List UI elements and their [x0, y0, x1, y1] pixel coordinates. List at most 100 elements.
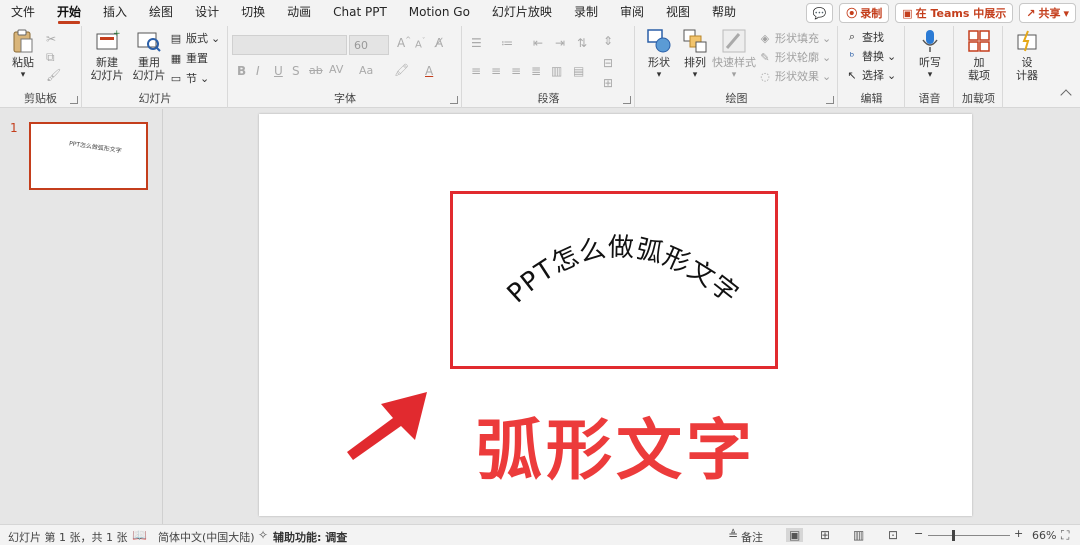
zoom-level[interactable]: 66% [1032, 529, 1056, 542]
select-button[interactable]: ↖ 选择 ⌄ [845, 67, 896, 83]
decrease-indent-icon[interactable]: ⇤ [533, 36, 543, 50]
justify-icon[interactable]: ≣ [531, 64, 541, 78]
tab-6[interactable]: 动画 [276, 0, 322, 26]
zoom-slider-thumb[interactable] [952, 530, 955, 541]
shape-effects-button[interactable]: ◌ 形状效果 ⌄ [758, 68, 831, 84]
accessibility-status[interactable]: 辅助功能: 调查 [273, 529, 347, 545]
language-status[interactable]: 简体中文(中国大陆) [158, 529, 255, 545]
shapes-button[interactable]: 形状 ▾ [642, 28, 676, 82]
find-button[interactable]: ⌕ 查找 [845, 29, 884, 45]
shrink-font-button[interactable]: Aˇ [415, 37, 425, 50]
clear-format-icon[interactable]: A̸ [435, 36, 443, 50]
present-teams-button[interactable]: ▣ 在 Teams 中展示 [895, 3, 1014, 23]
share-button[interactable]: ↗ 共享 ▾ [1019, 3, 1076, 23]
paragraph-group-label: 段落 [537, 92, 560, 105]
designer-group: 设 计器 [1004, 26, 1050, 108]
drawing-launcher[interactable] [826, 96, 834, 104]
new-slide-button[interactable]: + 新建 幻灯片 [87, 28, 127, 82]
designer-button[interactable]: 设 计器 [1010, 28, 1044, 82]
font-launcher[interactable] [450, 96, 458, 104]
spelling-icon[interactable]: 📖 [132, 528, 147, 542]
tab-13[interactable]: 帮助 [701, 0, 747, 26]
align-left-icon[interactable]: ≡ [471, 64, 481, 78]
paragraph-launcher[interactable] [623, 96, 631, 104]
tab-4[interactable]: 设计 [184, 0, 230, 26]
format-painter-icon[interactable]: 🖌 [46, 68, 61, 82]
zoom-in-button[interactable]: + [1014, 527, 1023, 540]
font-size-box[interactable]: 60 [349, 35, 389, 55]
align-right-icon[interactable]: ≡ [511, 64, 521, 78]
change-case-button[interactable]: Aa [359, 64, 373, 77]
numbering-icon[interactable]: ≔ [501, 36, 513, 50]
collapse-ribbon-icon[interactable] [1060, 89, 1072, 101]
shape-outline-button[interactable]: ✎ 形状轮廓 ⌄ [758, 49, 831, 65]
slide-thumbnail[interactable]: PPT怎么做弧形文字 [29, 122, 148, 190]
replace-button[interactable]: ᵇ 替换 ⌄ [845, 48, 897, 64]
record-button[interactable]: ⦿ 录制 [839, 3, 890, 23]
shape-effects-label: 形状效果 [775, 70, 819, 83]
chevron-down-icon: ⌄ [211, 31, 221, 45]
columns-icon[interactable]: ▤ [573, 64, 584, 78]
arc-text-svg[interactable]: PPT怎么做弧形文字 [450, 191, 778, 369]
comments-button[interactable]: 💬 [805, 3, 834, 23]
strikethrough-button[interactable]: ab [309, 64, 323, 77]
clipboard-launcher[interactable] [70, 96, 78, 104]
slides-group-label: 幻灯片 [138, 92, 172, 105]
tab-0[interactable]: 文件 [0, 0, 46, 26]
fit-slide-icon[interactable]: ⛶ [1061, 528, 1069, 543]
tab-11[interactable]: 审阅 [609, 0, 655, 26]
text-direction-icon[interactable]: ⇕ [603, 34, 613, 48]
teams-label: 在 Teams 中展示 [915, 7, 1007, 20]
bullets-icon[interactable]: ☰ [471, 36, 482, 50]
big-title-text: 弧形文字 [476, 412, 756, 489]
chevron-down-icon: ⌄ [887, 68, 897, 82]
bold-button[interactable]: B [237, 64, 246, 78]
tab-5[interactable]: 切换 [230, 0, 276, 26]
arrange-button[interactable]: 排列 ▾ [678, 28, 712, 82]
paste-label: 粘贴 [12, 56, 34, 69]
distribute-icon[interactable]: ▥ [551, 64, 562, 78]
reading-view-icon[interactable]: ▥ [853, 528, 864, 542]
tab-10[interactable]: 录制 [563, 0, 609, 26]
increase-indent-icon[interactable]: ⇥ [555, 36, 565, 50]
italic-button[interactable]: I [256, 64, 260, 78]
normal-view-icon[interactable]: ▣ [786, 528, 804, 542]
shadow-button[interactable]: S [292, 64, 300, 78]
addins-group-label: 加载项 [962, 92, 995, 105]
slideshow-icon[interactable]: ⊡ [888, 528, 898, 542]
smartart-icon[interactable]: ⊞ [603, 76, 613, 90]
section-button[interactable]: ▭ 节 ⌄ [169, 70, 209, 86]
dictate-button[interactable]: 听写 ▾ [914, 28, 946, 82]
font-color-icon[interactable]: A [425, 64, 433, 78]
addins-button[interactable]: 加 载项 [963, 28, 995, 82]
line-spacing-icon[interactable]: ⇅ [577, 36, 587, 50]
zoom-out-button[interactable]: − [914, 527, 923, 540]
highlight-icon[interactable]: 🖍 [394, 63, 409, 77]
tab-2[interactable]: 插入 [92, 0, 138, 26]
character-spacing-button[interactable]: AV [329, 63, 343, 76]
slide[interactable]: PPT怎么做弧形文字 弧形文字 [259, 114, 972, 516]
underline-button[interactable]: U [274, 64, 283, 78]
slide-sorter-icon[interactable]: ⊞ [820, 528, 830, 542]
new-slide-label-2: 幻灯片 [90, 69, 124, 82]
align-text-icon[interactable]: ⊟ [603, 56, 613, 70]
font-name-box[interactable] [232, 35, 347, 55]
quick-styles-button[interactable]: 快速样式 ▾ [712, 28, 756, 82]
tab-7[interactable]: Chat PPT [322, 0, 398, 26]
reset-button[interactable]: ▦ 重置 [169, 50, 208, 66]
zoom-slider-track[interactable] [928, 535, 1010, 536]
tab-8[interactable]: Motion Go [398, 0, 481, 26]
layout-button[interactable]: ▤ 版式 ⌄ [169, 30, 220, 46]
grow-font-button[interactable]: A^ [397, 36, 411, 50]
tab-3[interactable]: 绘图 [138, 0, 184, 26]
notes-button[interactable]: 备注 [741, 529, 763, 545]
shape-fill-button[interactable]: ◈ 形状填充 ⌄ [758, 30, 831, 46]
cut-icon[interactable]: ✂ [46, 32, 56, 46]
align-center-icon[interactable]: ≡ [491, 64, 501, 78]
tab-9[interactable]: 幻灯片放映 [481, 0, 563, 26]
paste-button[interactable]: 粘贴 ▾ [8, 28, 38, 82]
reuse-slides-button[interactable]: 重用 幻灯片 [129, 28, 169, 82]
copy-icon[interactable]: ⧉ [46, 50, 55, 65]
tab-12[interactable]: 视图 [655, 0, 701, 26]
tab-1[interactable]: 开始 [46, 0, 92, 26]
